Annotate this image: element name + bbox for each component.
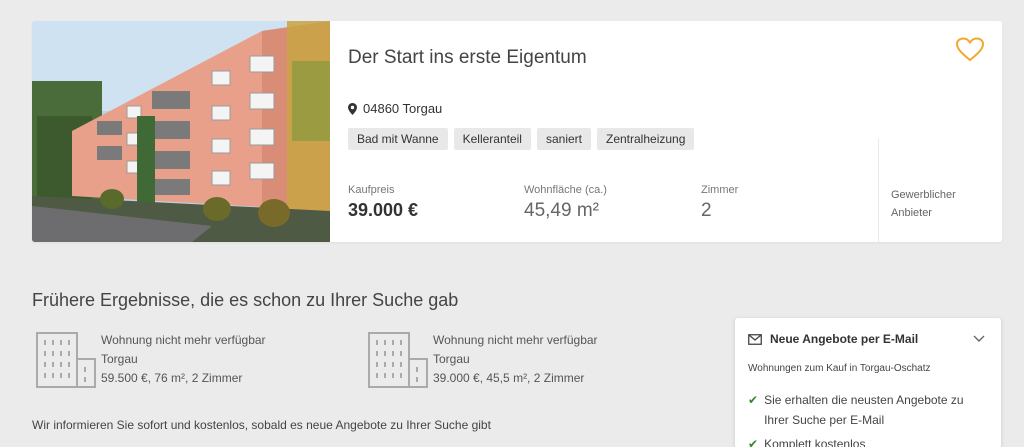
previous-result-item[interactable]: Wohnung nicht mehr verfügbar Torgau 59.5… (35, 331, 266, 389)
email-alert-subtitle: Wohnungen zum Kauf in Torgau-Oschatz (748, 363, 931, 374)
result-details: 39.000 €, 45,5 m², 2 Zimmer (433, 371, 585, 385)
result-city: Torgau (101, 352, 138, 366)
previous-result-text: Wohnung nicht mehr verfügbar Torgau 59.5… (101, 331, 266, 389)
listing-photo[interactable] (32, 21, 330, 242)
feature-tag: Kelleranteil (453, 128, 531, 150)
building-placeholder-icon (368, 332, 428, 388)
provider-divider (878, 138, 879, 242)
area-label: Wohnfläche (ca.) (524, 184, 607, 196)
result-status: Wohnung nicht mehr verfügbar (433, 333, 598, 347)
provider-line-2: Anbieter (891, 207, 932, 219)
benefit-item: ✔ Komplett kostenlos (748, 434, 988, 447)
area-value: 45,49 m² (524, 200, 599, 221)
chevron-down-icon[interactable] (973, 334, 985, 344)
price-stat: Kaufpreis 39.000 € (348, 184, 418, 221)
favorite-button[interactable] (955, 37, 985, 63)
listing-location: 04860 Torgau (348, 101, 442, 116)
listing-card[interactable]: Der Start ins erste Eigentum 04860 Torga… (32, 21, 1002, 242)
area-stat: Wohnfläche (ca.) 45,49 m² (524, 184, 607, 222)
previous-result-text: Wohnung nicht mehr verfügbar Torgau 39.0… (433, 331, 598, 389)
feature-tag: Bad mit Wanne (348, 128, 448, 150)
envelope-icon (748, 333, 762, 345)
check-icon: ✔ (748, 437, 759, 447)
listing-content: Der Start ins erste Eigentum 04860 Torga… (330, 21, 1002, 242)
provider-line-1: Gewerblicher (891, 189, 956, 201)
rooms-stat: Zimmer 2 (701, 184, 738, 222)
result-status: Wohnung nicht mehr verfügbar (101, 333, 266, 347)
benefit-item: ✔ Sie erhalten die neusten Angebote zu I… (748, 390, 988, 430)
building-photo-image (32, 21, 330, 242)
email-alert-box: Neue Angebote per E-Mail Wohnungen zum K… (735, 318, 1001, 447)
price-value: 39.000 € (348, 200, 419, 220)
heart-outline-icon (955, 37, 985, 62)
building-placeholder-icon (36, 332, 96, 388)
email-alert-title: Neue Angebote per E-Mail (770, 332, 919, 346)
email-alert-benefits: ✔ Sie erhalten die neusten Angebote zu I… (748, 390, 988, 447)
location-text: 04860 Torgau (363, 101, 443, 116)
previous-result-item[interactable]: Wohnung nicht mehr verfügbar Torgau 39.0… (367, 331, 598, 389)
check-icon: ✔ (748, 393, 759, 407)
listing-title[interactable]: Der Start ins erste Eigentum (348, 47, 587, 69)
previous-results-heading: Frühere Ergebnisse, die es schon zu Ihre… (32, 290, 459, 310)
benefit-text: Sie erhalten die neusten Angebote zu Ihr… (764, 393, 964, 427)
result-details: 59.500 €, 76 m², 2 Zimmer (101, 371, 243, 385)
provider-type: Gewerblicher Anbieter (891, 186, 956, 222)
benefit-text: Komplett kostenlos (764, 437, 866, 447)
feature-tag: Zentralheizung (597, 128, 695, 150)
feature-tag: saniert (536, 128, 591, 150)
inform-text: Wir informieren Sie sofort und kostenlos… (32, 418, 491, 432)
map-pin-icon (348, 102, 357, 115)
result-city: Torgau (433, 352, 470, 366)
price-label: Kaufpreis (348, 184, 395, 196)
rooms-value: 2 (701, 200, 712, 221)
feature-tags: Bad mit Wanne Kelleranteil saniert Zentr… (348, 128, 695, 150)
email-alert-header[interactable]: Neue Angebote per E-Mail (748, 332, 918, 346)
rooms-label: Zimmer (701, 184, 739, 196)
